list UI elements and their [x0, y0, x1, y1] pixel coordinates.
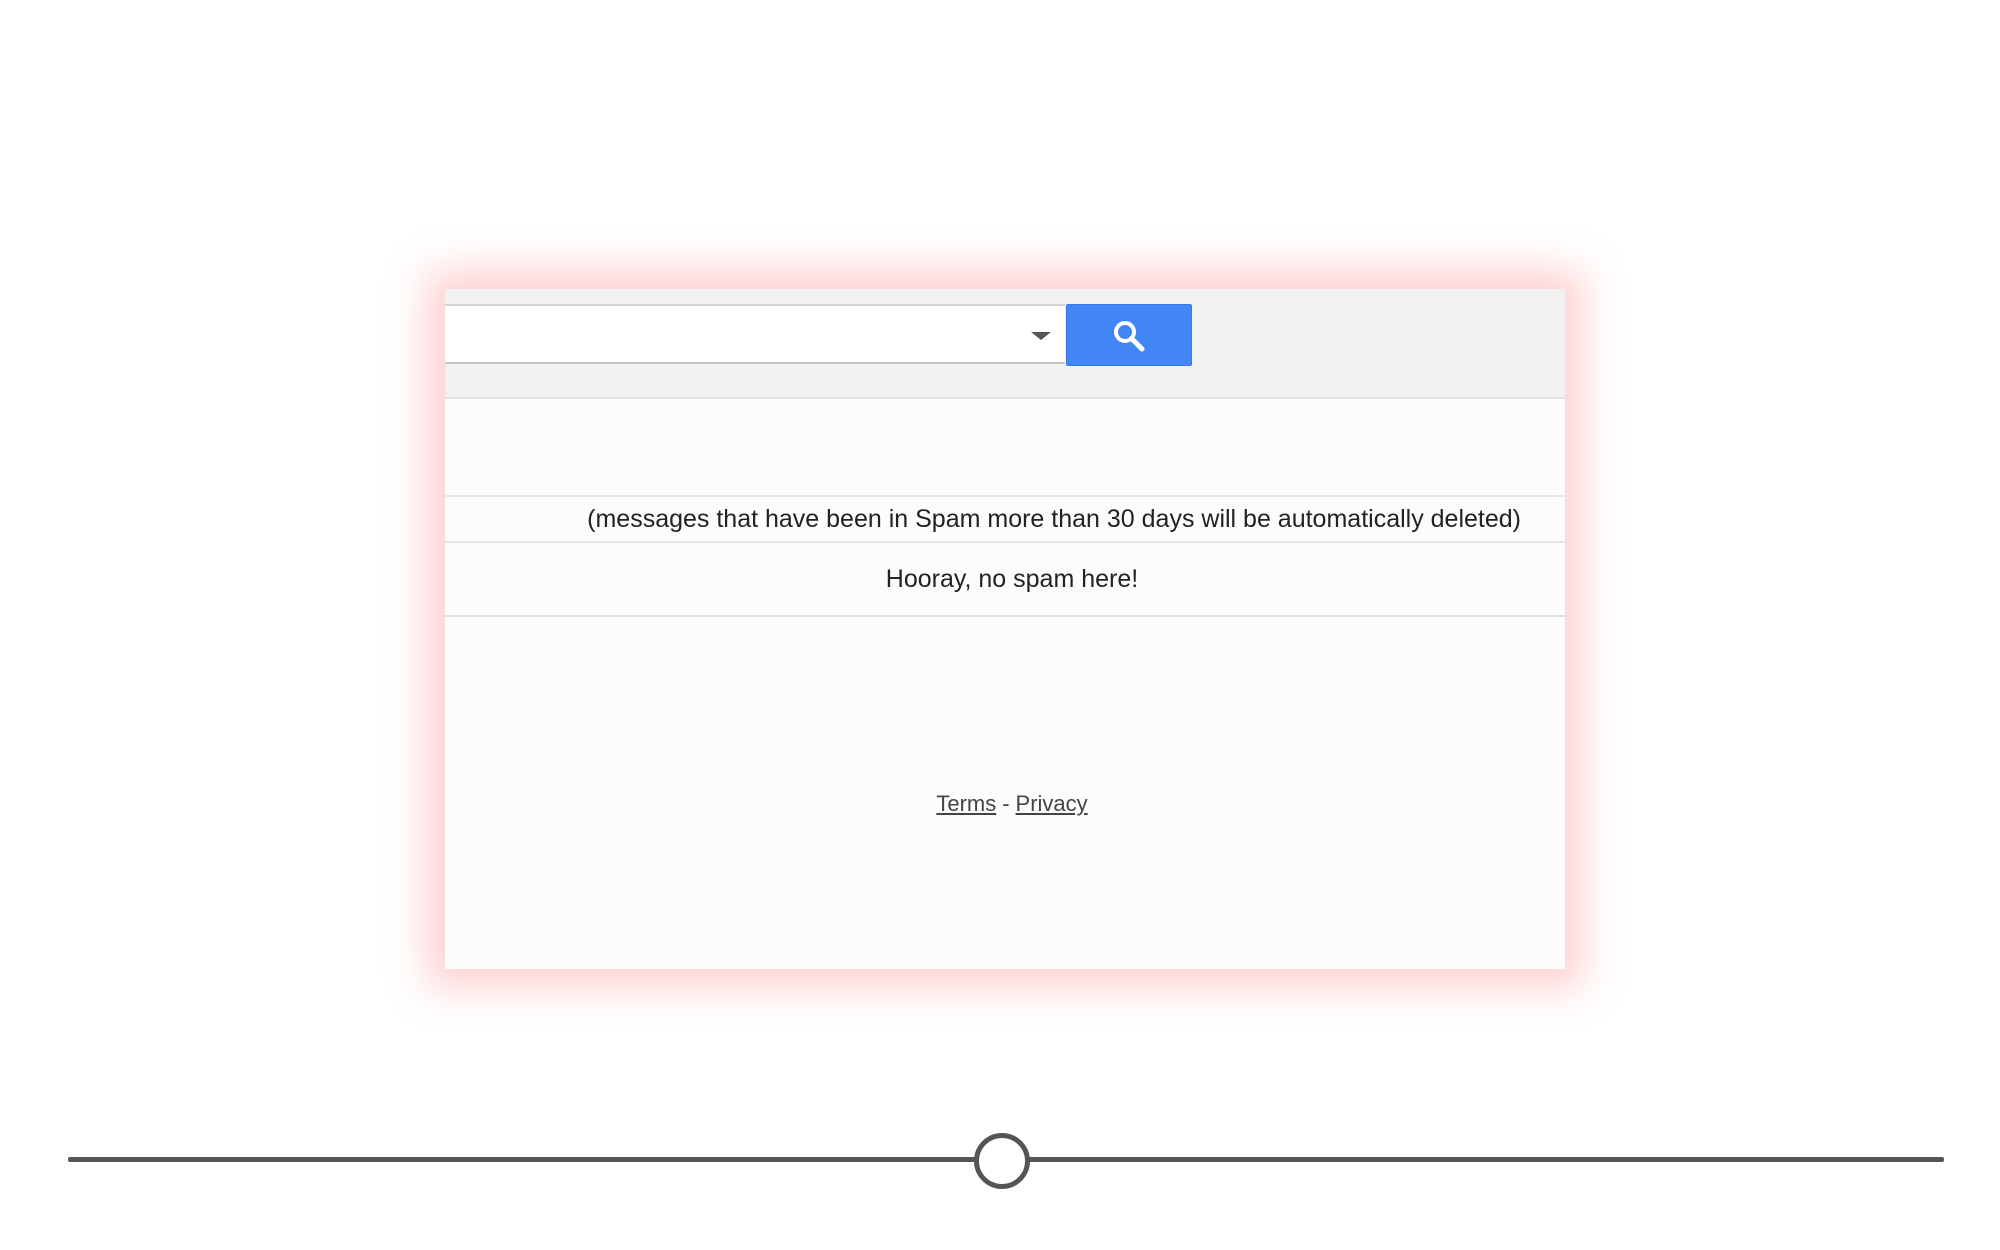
terms-link[interactable]: Terms [936, 791, 996, 816]
comparison-slider[interactable] [68, 1130, 1944, 1190]
search-icon [1114, 321, 1145, 352]
action-bar [445, 399, 1565, 497]
empty-state-row: Hooray, no spam here! [445, 543, 1565, 617]
search-button[interactable] [1066, 304, 1192, 366]
footer-separator: - [1002, 791, 1010, 816]
chevron-down-icon [1031, 332, 1051, 340]
slider-handle[interactable] [974, 1133, 1031, 1189]
spam-notice-row: (messages that have been in Spam more th… [445, 497, 1565, 543]
gmail-spam-panel: (messages that have been in Spam more th… [445, 289, 1565, 969]
empty-message: Hooray, no spam here! [885, 565, 1139, 593]
footer: Terms - Privacy [445, 791, 1565, 817]
search-toolbar [445, 289, 1565, 399]
search-input[interactable] [445, 304, 1065, 364]
spam-notice: (messages that have been in Spam more th… [587, 505, 1521, 533]
stage: (messages that have been in Spam more th… [0, 0, 2000, 1250]
privacy-link[interactable]: Privacy [1016, 791, 1088, 816]
search-options-button[interactable] [1023, 318, 1059, 350]
